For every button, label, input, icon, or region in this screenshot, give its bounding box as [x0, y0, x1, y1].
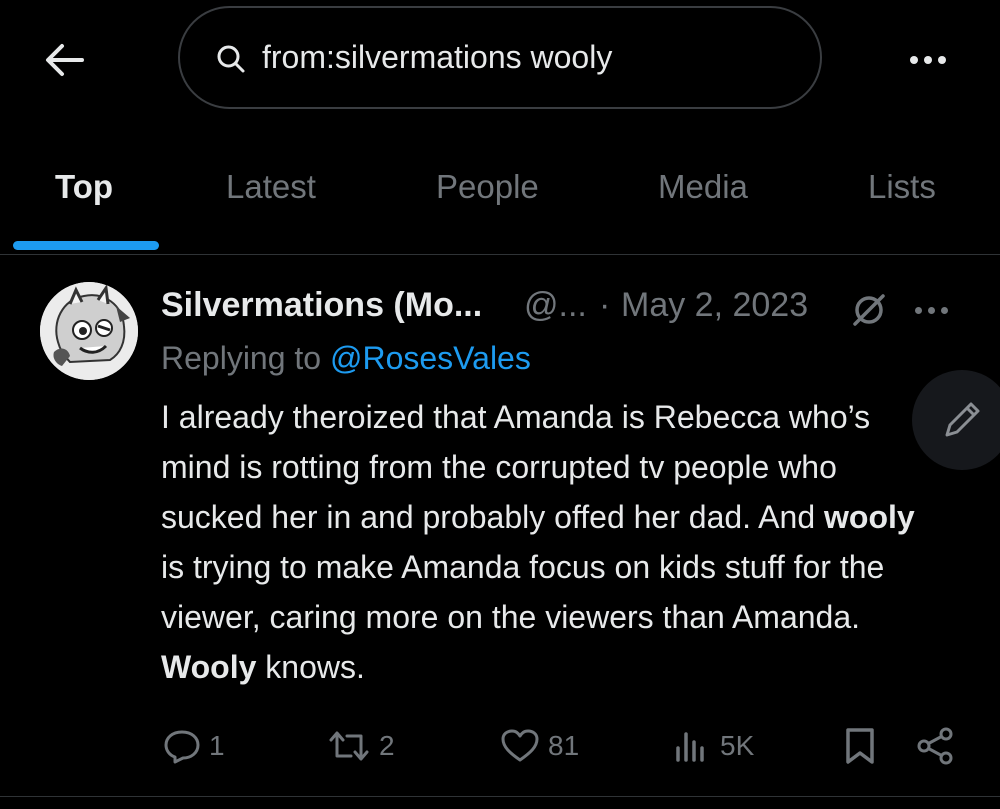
tab-top[interactable]: Top	[55, 168, 113, 206]
repost-count: 2	[379, 730, 395, 761]
tab-people[interactable]: People	[436, 168, 539, 206]
replying-prefix: Replying to	[161, 340, 330, 376]
reply-icon	[164, 730, 200, 764]
display-name[interactable]: Silvermations (Mo...	[161, 286, 482, 325]
tab-media[interactable]: Media	[658, 168, 748, 206]
repost-icon	[329, 731, 369, 761]
share-button[interactable]	[914, 724, 956, 768]
tweet-more-button[interactable]	[905, 290, 957, 330]
tweet-text-segment: knows.	[256, 649, 365, 685]
tweet-text-segment: I already theroized that Amanda is Rebec…	[161, 399, 871, 535]
arrow-left-icon	[46, 44, 84, 76]
reply-count: 1	[209, 730, 225, 761]
tab-latest[interactable]: Latest	[226, 168, 316, 206]
top-bar: from:silvermations wooly	[0, 0, 1000, 120]
avatar[interactable]	[40, 282, 138, 380]
tweet-actions: 1 2 81 5K	[0, 716, 1000, 776]
active-tab-indicator	[13, 241, 159, 250]
search-icon	[217, 45, 245, 73]
views-button[interactable]: 5K	[672, 724, 754, 768]
user-handle[interactable]: @...	[524, 286, 587, 325]
highlight-keyword: Wooly	[161, 649, 257, 685]
more-horizontal-icon	[914, 306, 922, 314]
tweet-text-segment: is trying to make Amanda focus on kids s…	[161, 549, 885, 635]
highlight-keyword: wooly	[824, 499, 915, 535]
more-options-button[interactable]	[900, 40, 956, 80]
repost-button[interactable]: 2	[327, 724, 395, 768]
search-tabs: Top Latest People Media Lists	[0, 140, 1000, 254]
back-button[interactable]	[40, 38, 88, 82]
mention-link[interactable]: @RosesVales	[330, 340, 531, 376]
tweet-header: Silvermations (Mo... @... · May 2, 2023	[161, 286, 991, 332]
compose-icon	[945, 402, 980, 437]
tab-lists[interactable]: Lists	[868, 168, 936, 206]
search-bar[interactable]: from:silvermations wooly	[178, 6, 822, 109]
views-count: 5K	[720, 730, 755, 761]
like-count: 81	[548, 730, 580, 761]
separator: ·	[599, 286, 611, 324]
tweet-text: I already theroized that Amanda is Rebec…	[161, 392, 921, 692]
search-input[interactable]: from:silvermations wooly	[262, 39, 612, 76]
more-horizontal-icon	[910, 56, 918, 64]
reply-button[interactable]: 1	[163, 724, 225, 768]
tweet-date[interactable]: May 2, 2023	[621, 286, 808, 325]
heart-icon	[501, 729, 539, 762]
grok-icon[interactable]	[849, 290, 889, 330]
like-button[interactable]: 81	[500, 724, 579, 768]
divider	[0, 254, 1000, 255]
replying-to: Replying to @RosesVales	[161, 340, 531, 377]
views-icon	[676, 732, 704, 762]
bookmark-icon	[846, 728, 874, 764]
share-icon	[917, 727, 953, 765]
avatar-image	[40, 282, 138, 380]
tweet[interactable]: Silvermations (Mo... @... · May 2, 2023 …	[0, 256, 1000, 796]
bookmark-button[interactable]	[843, 724, 877, 768]
divider	[0, 796, 1000, 797]
